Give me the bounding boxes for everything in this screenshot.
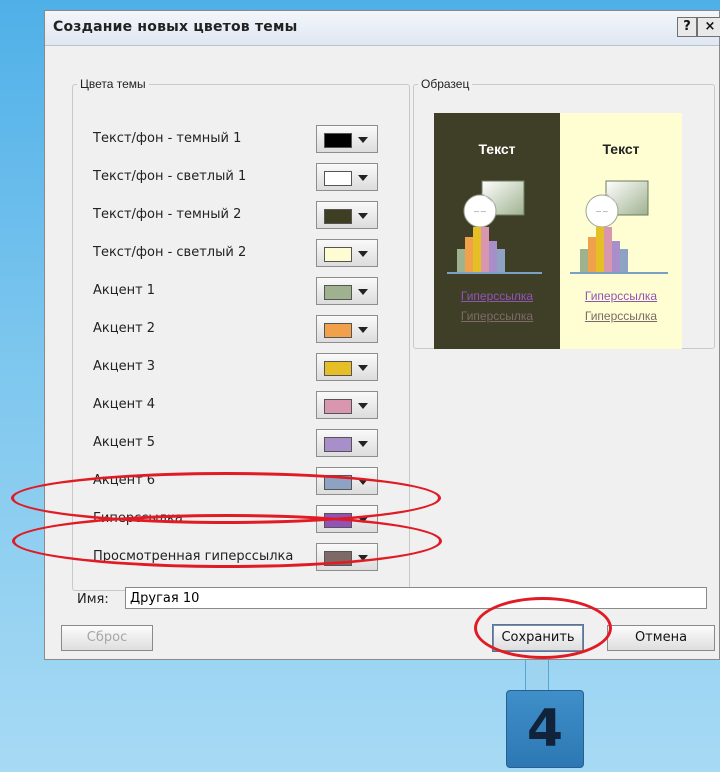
color-swatch	[324, 475, 352, 490]
name-input[interactable]	[125, 587, 707, 609]
cancel-button[interactable]: Отмена	[607, 625, 715, 651]
dialog-titlebar: Создание новых цветов темы ? ×	[45, 11, 720, 46]
color-swatch	[324, 247, 352, 262]
theme-color-row: Текст/фон - светлый 2	[73, 238, 409, 268]
dropdown-arrow-icon	[358, 175, 368, 181]
color-swatch	[324, 323, 352, 338]
theme-color-label: Текст/фон - темный 2	[93, 207, 242, 222]
reset-button[interactable]: Сброс	[61, 625, 153, 651]
color-picker-button[interactable]	[316, 315, 378, 343]
color-picker-button[interactable]	[316, 353, 378, 381]
theme-color-label: Акцент 5	[93, 435, 156, 450]
dropdown-arrow-icon	[358, 137, 368, 143]
theme-color-label: Акцент 1	[93, 283, 156, 298]
color-picker-button[interactable]	[316, 391, 378, 419]
theme-color-row: Гиперссылка	[73, 504, 409, 534]
theme-color-label: Текст/фон - светлый 2	[93, 245, 247, 260]
theme-colors-legend: Цвета темы	[80, 77, 146, 91]
color-swatch	[324, 361, 352, 376]
dropdown-arrow-icon	[358, 479, 368, 485]
theme-color-row: Просмотренная гиперссылка	[73, 542, 409, 572]
sample-illustration-icon: ~~	[570, 180, 668, 274]
dropdown-arrow-icon	[358, 555, 368, 561]
step-number: 4	[526, 699, 564, 759]
theme-color-label: Текст/фон - светлый 1	[93, 169, 247, 184]
theme-color-row: Акцент 4	[73, 390, 409, 420]
color-picker-button[interactable]	[316, 505, 378, 533]
theme-color-label: Гиперссылка	[93, 511, 183, 526]
theme-color-row: Текст/фон - темный 2	[73, 200, 409, 230]
color-swatch	[324, 399, 352, 414]
sample-light-hyperlink: Гиперссылка	[584, 289, 658, 303]
color-swatch	[324, 133, 352, 148]
color-picker-button[interactable]	[316, 543, 378, 571]
theme-color-label: Акцент 4	[93, 397, 156, 412]
sample-light-panel: Текст ~~ Гиперссылка Гиперссылка	[560, 113, 682, 349]
dialog-title: Создание новых цветов темы	[53, 19, 298, 35]
color-picker-button[interactable]	[316, 429, 378, 457]
sample-dark-panel: Текст ~~ Гиперссылка Гиперссылка	[434, 113, 560, 349]
color-picker-button[interactable]	[316, 201, 378, 229]
help-button[interactable]: ?	[677, 17, 697, 37]
theme-color-row: Акцент 5	[73, 428, 409, 458]
close-button[interactable]: ×	[697, 17, 720, 37]
dropdown-arrow-icon	[358, 327, 368, 333]
sample-dark-hyperlink: Гиперссылка	[460, 289, 534, 303]
dropdown-arrow-icon	[358, 213, 368, 219]
theme-color-label: Акцент 6	[93, 473, 156, 488]
theme-color-row: Текст/фон - светлый 1	[73, 162, 409, 192]
color-picker-button[interactable]	[316, 163, 378, 191]
theme-color-label: Акцент 3	[93, 359, 156, 374]
sample-dark-visited-link: Гиперссылка	[460, 309, 534, 323]
theme-colors-group: Цвета темы Текст/фон - темный 1 Текст/фо…	[72, 77, 410, 591]
theme-color-row: Акцент 2	[73, 314, 409, 344]
sample-group: Образец Текст ~~ Гиперссылка Гиперссылка…	[413, 77, 715, 349]
color-picker-button[interactable]	[316, 239, 378, 267]
color-picker-button[interactable]	[316, 125, 378, 153]
dropdown-arrow-icon	[358, 251, 368, 257]
svg-text:~~: ~~	[473, 207, 486, 216]
dropdown-arrow-icon	[358, 403, 368, 409]
name-label: Имя:	[77, 592, 109, 607]
sample-illustration-icon: ~~	[447, 180, 542, 274]
color-picker-button[interactable]	[316, 467, 378, 495]
svg-text:~~: ~~	[595, 207, 608, 216]
theme-color-row: Акцент 3	[73, 352, 409, 382]
color-swatch	[324, 551, 352, 566]
name-row: Имя:	[73, 587, 713, 613]
dropdown-arrow-icon	[358, 289, 368, 295]
save-button[interactable]: Сохранить	[492, 624, 584, 652]
step-callout: 4	[506, 690, 584, 768]
color-picker-button[interactable]	[316, 277, 378, 305]
theme-color-label: Текст/фон - темный 1	[93, 131, 242, 146]
theme-color-row: Текст/фон - темный 1	[73, 124, 409, 154]
sample-legend: Образец	[421, 77, 470, 91]
sample-light-title: Текст	[602, 141, 640, 157]
dropdown-arrow-icon	[358, 365, 368, 371]
dropdown-arrow-icon	[358, 517, 368, 523]
color-swatch	[324, 513, 352, 528]
sample-dark-title: Текст	[478, 141, 516, 157]
theme-color-label: Просмотренная гиперссылка	[93, 549, 294, 564]
color-swatch	[324, 437, 352, 452]
callout-pointer	[525, 660, 549, 694]
theme-color-row: Акцент 6	[73, 466, 409, 496]
theme-color-row: Акцент 1	[73, 276, 409, 306]
theme-color-label: Акцент 2	[93, 321, 156, 336]
create-theme-colors-dialog: Создание новых цветов темы ? × Цвета тем…	[44, 10, 720, 660]
color-swatch	[324, 209, 352, 224]
color-swatch	[324, 171, 352, 186]
dropdown-arrow-icon	[358, 441, 368, 447]
sample-light-visited-link: Гиперссылка	[584, 309, 658, 323]
color-swatch	[324, 285, 352, 300]
